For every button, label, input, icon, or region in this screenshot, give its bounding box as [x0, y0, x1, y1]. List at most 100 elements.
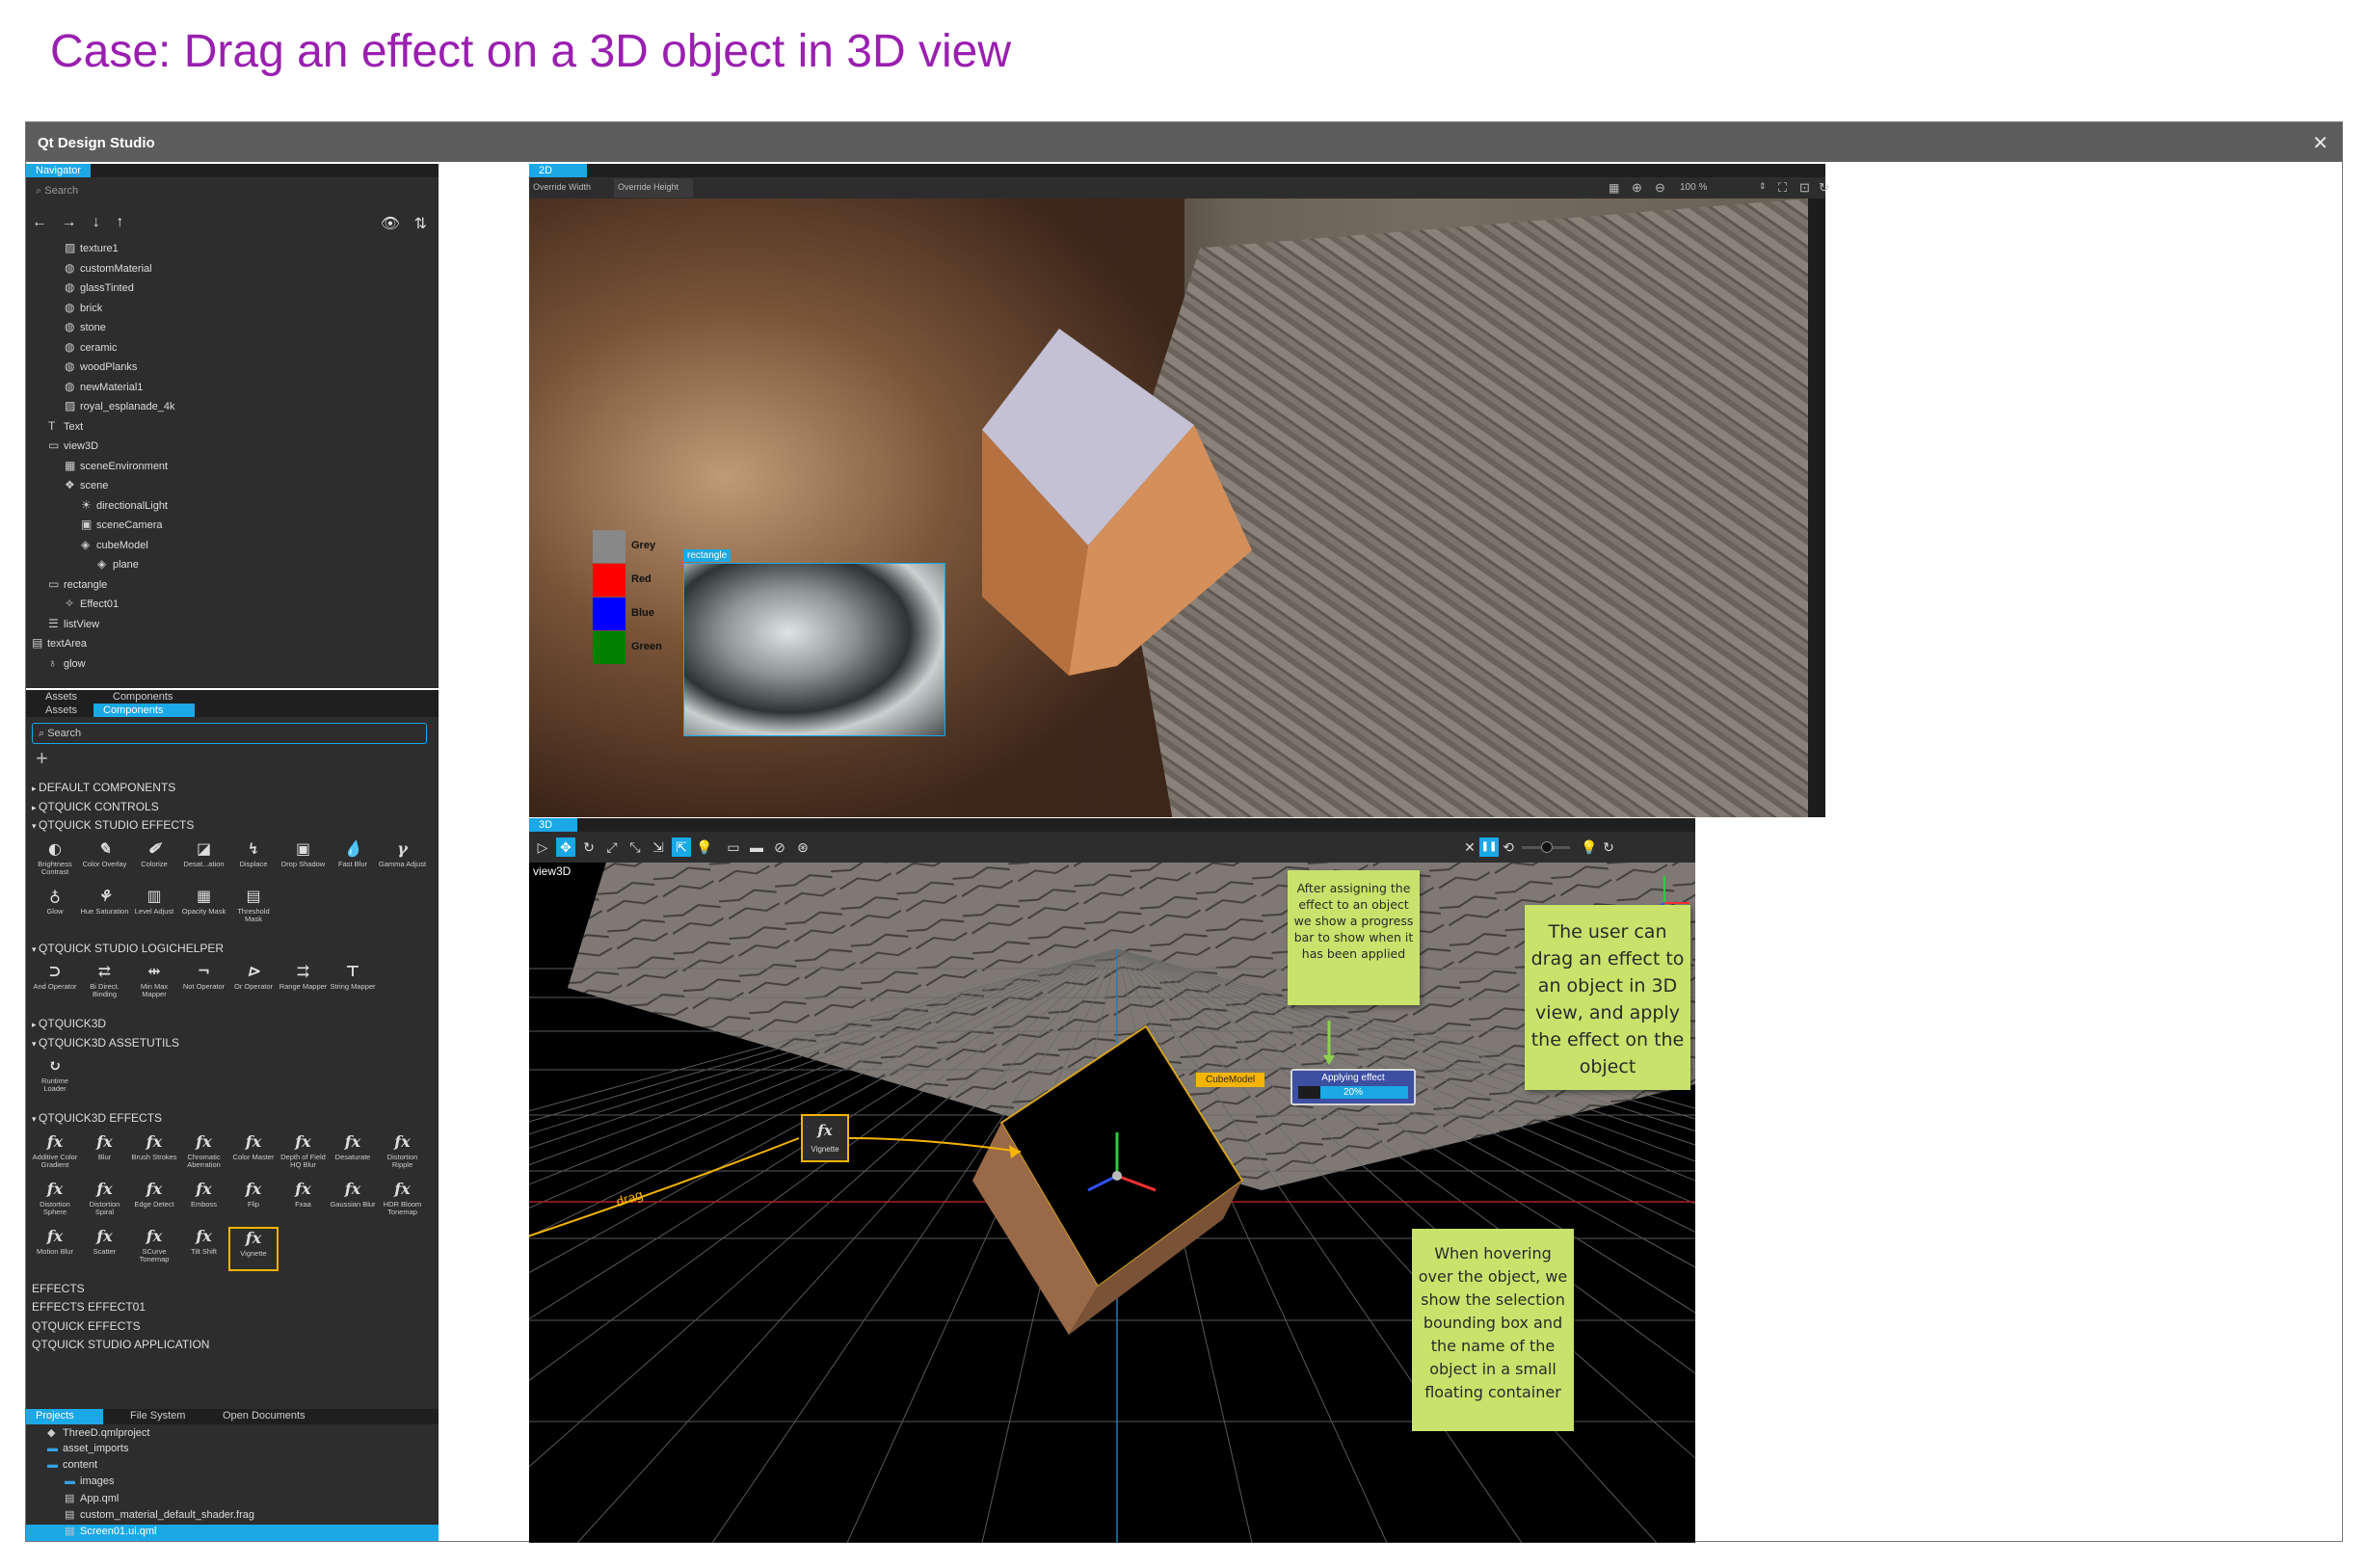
navigator-item[interactable]: ♁ glow: [26, 656, 439, 676]
tab-3d[interactable]: 3D: [529, 818, 577, 832]
fit-all-icon[interactable]: ⊡: [1799, 180, 1810, 196]
navigator-item[interactable]: ◈ cubeModel: [26, 538, 439, 557]
library-item[interactable]: ⇹ Min Max Mapper: [129, 962, 179, 998]
tab-components-upper[interactable]: Components: [103, 690, 182, 704]
library-section[interactable]: EFFECTS: [26, 1280, 439, 1299]
tab-file-system[interactable]: File System: [120, 1409, 195, 1422]
library-item[interactable]: ▤ Threshold Mask: [228, 887, 279, 923]
refresh-icon[interactable]: ↻: [1819, 180, 1829, 196]
navigator-item[interactable]: ◍ glassTinted: [26, 280, 439, 300]
library-section[interactable]: ▸ DEFAULT COMPONENTS: [26, 779, 439, 798]
navigator-item[interactable]: ◈ plane: [26, 557, 439, 576]
library-section[interactable]: QTQUICK STUDIO APPLICATION: [26, 1336, 439, 1355]
library-item[interactable]: ⊤ String Mapper: [328, 962, 378, 991]
grid-icon[interactable]: ⊛: [793, 837, 812, 857]
project-item[interactable]: ◆ ThreeD.qmlproject: [26, 1426, 439, 1443]
navigator-item[interactable]: ▨ royal_esplanade_4k: [26, 399, 439, 418]
library-item[interactable]: fx Edge Detect: [129, 1180, 179, 1209]
fit-icon[interactable]: ⤡: [625, 837, 645, 857]
navigator-item[interactable]: ◍ woodPlanks: [26, 359, 439, 379]
color-picker-icon[interactable]: ▦: [1609, 181, 1619, 195]
rotate-tool-icon[interactable]: ↻: [579, 837, 599, 857]
library-item[interactable]: fx Distortion Ripple: [378, 1132, 428, 1169]
library-item[interactable]: ⇄ Bi Direct. Binding: [80, 962, 130, 998]
zoom-level[interactable]: 100 %: [1680, 182, 1707, 193]
tab-navigator[interactable]: Navigator: [26, 164, 92, 177]
zoom-out-icon[interactable]: ⊖: [1655, 180, 1665, 196]
library-item[interactable]: γ Gamma Adjust: [378, 839, 428, 868]
speed-slider-handle[interactable]: [1541, 841, 1553, 853]
refresh-icon[interactable]: ↻: [1599, 837, 1618, 857]
tab-assets[interactable]: Assets: [36, 704, 87, 717]
library-section[interactable]: ▾ QTQUICK3D EFFECTS: [26, 1109, 439, 1129]
navigator-item[interactable]: ◍ customMaterial: [26, 261, 439, 280]
select-tool-icon[interactable]: ▷: [533, 837, 552, 857]
move-down-button[interactable]: ↓: [93, 214, 100, 230]
library-item[interactable]: fx Scatter: [80, 1227, 130, 1256]
navigator-item[interactable]: T Text: [26, 419, 439, 439]
camera-icon[interactable]: ▭: [724, 837, 743, 857]
visibility-icon[interactable]: ⊘: [770, 837, 789, 857]
move-up-button[interactable]: ↑: [116, 214, 123, 230]
library-section[interactable]: QTQUICK EFFECTS: [26, 1317, 439, 1337]
library-item[interactable]: fx Desaturate: [328, 1132, 378, 1161]
library-item[interactable]: ⊃ And Operator: [30, 962, 80, 991]
library-item[interactable]: 💧 Fast Blur: [328, 839, 378, 868]
speed-slider[interactable]: [1522, 841, 1570, 853]
camera-view-icon[interactable]: ▬: [747, 837, 766, 857]
move-tool-icon[interactable]: ✥: [556, 837, 575, 857]
library-item[interactable]: fx Chromatic Aberration: [179, 1132, 229, 1169]
navigator-item[interactable]: ◍ ceramic: [26, 340, 439, 359]
tab-projects[interactable]: Projects: [26, 1409, 103, 1424]
navigator-item[interactable]: ▭ view3D: [26, 439, 439, 458]
navigator-item[interactable]: ▤ textArea: [26, 636, 439, 655]
library-item[interactable]: ▣ Drop Shadow: [279, 839, 329, 868]
library-section[interactable]: EFFECTS EFFECT01: [26, 1298, 439, 1317]
library-section[interactable]: ▸ QTQUICK CONTROLS: [26, 798, 439, 817]
scale-tool-icon[interactable]: ⤢: [602, 837, 622, 857]
override-width-field[interactable]: Override Width: [533, 182, 610, 196]
project-item[interactable]: ▤ Screen01.ui.qml: [26, 1525, 439, 1541]
library-item[interactable]: ¬ Not Operator: [179, 962, 229, 991]
library-item[interactable]: fx Distortion Spiral: [80, 1180, 130, 1216]
library-item[interactable]: fx Tilt Shift: [179, 1227, 229, 1256]
navigator-item[interactable]: ▭ rectangle: [26, 577, 439, 597]
library-item[interactable]: fx Emboss: [179, 1180, 229, 1209]
library-item[interactable]: fx Depth of Field HQ Blur: [279, 1132, 329, 1169]
navigator-search[interactable]: ⌕ Search: [32, 181, 427, 202]
library-item[interactable]: ▦ Opacity Mask: [179, 887, 229, 916]
override-height-field[interactable]: Override Height: [614, 178, 693, 198]
library-search-input[interactable]: ⌕ Search: [32, 723, 427, 744]
view-2d-canvas[interactable]: Grey Red Blue Green rectangle: [529, 199, 1808, 817]
close-split-icon[interactable]: ✕: [1460, 837, 1479, 857]
library-item[interactable]: ⇉ Range Mapper: [279, 962, 329, 991]
move-right-button[interactable]: →: [61, 214, 76, 230]
library-item[interactable]: fx Vignette: [228, 1226, 279, 1271]
library-item[interactable]: ♁ Glow: [30, 887, 80, 916]
view-3d-canvas[interactable]: view3D drag fx Vignette CubeModel Applyi…: [529, 863, 1695, 1543]
project-item[interactable]: ▬ asset_imports: [26, 1443, 439, 1459]
close-icon[interactable]: ✕: [2312, 131, 2328, 155]
navigator-item[interactable]: ▦ sceneEnvironment: [26, 459, 439, 478]
project-item[interactable]: ▬ images: [26, 1475, 439, 1492]
move-left-button[interactable]: ←: [32, 214, 47, 230]
library-item[interactable]: fx SCurve Tonemap: [129, 1227, 179, 1263]
library-item[interactable]: fx Motion Blur: [30, 1227, 80, 1256]
pause-icon[interactable]: ❚❚: [1479, 837, 1499, 857]
library-item[interactable]: ▥ Level Adjust: [129, 887, 179, 916]
local-orientation-icon[interactable]: ⇲: [649, 837, 668, 857]
library-item[interactable]: fx Blur: [80, 1132, 130, 1161]
library-section[interactable]: ▾ QTQUICK STUDIO LOGICHELPER: [26, 940, 439, 959]
navigator-item[interactable]: ▨ texture1: [26, 241, 439, 260]
view-2d-scrollbar[interactable]: [1808, 199, 1825, 817]
library-item[interactable]: fx Fxaa: [279, 1180, 329, 1209]
library-item[interactable]: ◪ Desat...ation: [179, 839, 229, 868]
library-item[interactable]: fx HDR Bloom Tonemap: [378, 1180, 428, 1216]
navigator-item[interactable]: ❖ scene: [26, 478, 439, 497]
library-section[interactable]: ▸ QTQUICK3D: [26, 1015, 439, 1034]
library-item[interactable]: ⊳ Or Operator: [228, 962, 279, 991]
library-item[interactable]: ↯ Displace: [228, 839, 279, 868]
library-item[interactable]: fx Flip: [228, 1180, 279, 1209]
zoom-stepper-icon[interactable]: ⇕: [1759, 181, 1767, 192]
bulb-icon[interactable]: 💡: [1580, 837, 1599, 857]
